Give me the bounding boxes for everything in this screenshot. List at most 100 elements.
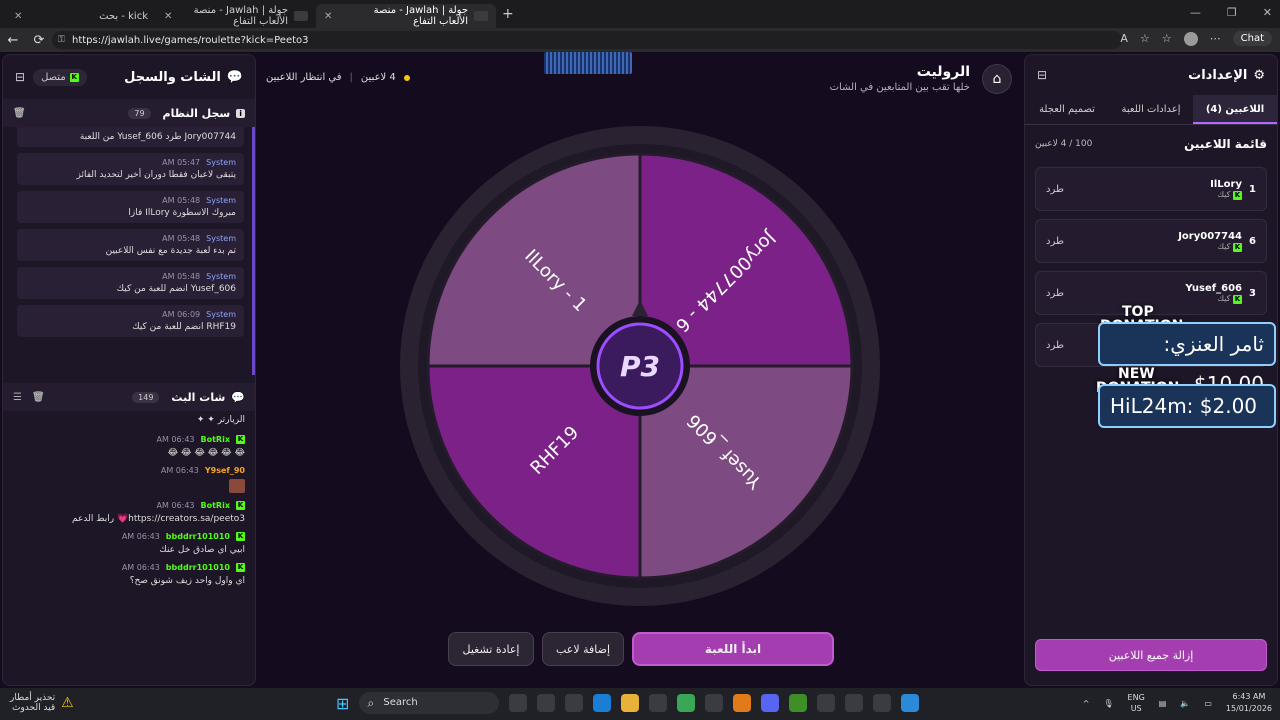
file-explorer-icon[interactable] — [621, 694, 640, 712]
chrome-icon[interactable] — [677, 694, 696, 712]
chat-username[interactable]: Y9sef_90 — [205, 466, 245, 475]
favorites-icon[interactable]: ☆ — [1162, 32, 1172, 45]
task-view-icon[interactable] — [509, 694, 528, 712]
photos-icon[interactable] — [901, 694, 920, 712]
system-log-count: 79 — [128, 107, 151, 119]
start-menu-icon[interactable]: ⊞ — [336, 694, 349, 713]
roulette-wheel[interactable]: Jory007744 - 6 Yusef _606 RHF19 IlLory - 1 … — [398, 124, 882, 608]
list-item: System 05:47 AM يتبقى لاعبان فقطا دوران أ… — [17, 153, 244, 185]
chat-icon: 💬 — [226, 69, 243, 85]
reload-icon[interactable]: ⟳ — [26, 33, 52, 48]
kick-player-button[interactable]: طرد — [1046, 340, 1082, 351]
browser-tab[interactable]: kick - بحث ✕ — [6, 4, 156, 28]
kick-player-button[interactable]: طرد — [1046, 288, 1082, 299]
page-title: الروليت — [916, 64, 970, 80]
wheel-svg: Jory007744 - 6Yusef _606RHF19IlLory - 1 … — [400, 126, 880, 606]
mail-icon[interactable] — [705, 694, 724, 712]
log-time: 05:48 AM — [162, 272, 201, 281]
browser-tab[interactable]: جولة | Jawlah - منصة الألعاب التفاع ✕ — [156, 4, 316, 28]
new-tab-button[interactable]: + — [502, 6, 514, 22]
game-header: 4 لاعبين | في انتظار اللاعبين الروليت خل… — [258, 52, 1020, 104]
player-row: 1 IlLory K كيك طرد — [1035, 167, 1267, 211]
remove-all-players-button[interactable]: إزالة جميع اللاعبين — [1035, 639, 1267, 671]
player-source: كيك — [1217, 241, 1231, 251]
copilot-icon[interactable] — [537, 694, 556, 712]
copilot-chat-button[interactable]: Chat — [1232, 31, 1272, 46]
chat-panel-title-text: الشات والسجل — [124, 69, 221, 85]
player-number: 1 — [1249, 183, 1256, 195]
clock[interactable]: 6:43 AM 15/01/2026 — [1226, 691, 1272, 715]
vlc-icon[interactable] — [733, 694, 752, 712]
log-sender: System — [206, 196, 236, 205]
close-window-icon[interactable]: ✕ — [1263, 6, 1272, 19]
chat-username[interactable]: bbddrr101010 — [166, 563, 230, 572]
browser-tab-active[interactable]: جولة | Jawlah - منصة الألعاب التفاع ✕ — [316, 4, 496, 28]
back-icon[interactable]: ← — [0, 33, 26, 48]
chat-message: Y9sef_90 06:43 AM — [13, 466, 245, 493]
add-player-button[interactable]: إضافة لاعب — [542, 632, 624, 666]
player-list-title: قائمة اللاعبين — [1184, 137, 1267, 151]
game-title-block: الروليت خلها تقب بين المتابعين في الشات — [830, 64, 970, 93]
language-indicator[interactable]: ENG US — [1128, 692, 1145, 714]
discord-icon[interactable] — [761, 694, 780, 712]
start-game-button[interactable]: ابدأ اللعبة — [632, 632, 834, 666]
tab-wheel-design[interactable]: تصميم العجلة — [1025, 95, 1109, 124]
tab-players[interactable]: اللاعبين (4) — [1193, 95, 1277, 124]
weather-widget[interactable]: ⚠ تحذير أمطار قيد الحدوث — [10, 693, 74, 713]
home-button[interactable]: ⌂ — [982, 64, 1012, 94]
minimize-icon[interactable]: — — [1190, 6, 1201, 19]
maximize-icon[interactable]: ❐ — [1227, 6, 1237, 19]
chat-username[interactable]: bbddrr101010 — [166, 532, 230, 541]
browser-tab-bar: kick - بحث ✕ جولة | Jawlah - منصة الألعا… — [0, 0, 1280, 28]
player-name: Yusef_606 — [1185, 282, 1242, 294]
store-icon[interactable] — [649, 694, 668, 712]
taskbar-search[interactable]: Search — [359, 692, 500, 714]
tray-chevron-icon[interactable]: ^ — [1083, 699, 1090, 708]
restart-button[interactable]: إعادة تشغيل — [448, 632, 534, 666]
chat-username[interactable]: BotRix — [201, 435, 230, 444]
clear-chat-trash-icon[interactable]: 🗑 — [32, 392, 45, 403]
read-aloud-icon[interactable]: A — [1120, 32, 1128, 45]
microphone-icon[interactable]: 🎙 — [1103, 699, 1113, 708]
log-time: 05:48 AM — [162, 234, 201, 243]
minecraft-icon[interactable] — [789, 694, 808, 712]
filter-icon[interactable]: ☰ — [13, 392, 22, 403]
tab-game-settings[interactable]: إعدادات اللعبة — [1109, 95, 1193, 124]
clear-log-trash-icon[interactable]: 🗑 — [13, 108, 26, 119]
kick-icon: K — [69, 72, 79, 82]
settings-app-icon[interactable] — [565, 694, 584, 712]
chat-panel-title: 💬 الشات والسجل — [124, 70, 243, 85]
language-code: ENG — [1127, 693, 1145, 702]
favorite-star-icon[interactable]: ☆ — [1140, 32, 1150, 45]
chat-username[interactable]: BotRix — [201, 501, 230, 510]
battery-icon[interactable]: ▭ — [1204, 699, 1212, 708]
app-window-icon[interactable] — [873, 694, 892, 712]
chat-log-panel: 💬 الشات والسجل K متصل ⊟ i سجل النظام 79 … — [2, 54, 256, 686]
more-menu-icon[interactable]: ⋯ — [1210, 32, 1221, 45]
url-field[interactable]: ⚿ https://jawlah.live/games/roulette?kic… — [52, 31, 1122, 49]
edge-icon[interactable] — [593, 694, 612, 712]
kick-player-button[interactable]: طرد — [1046, 236, 1082, 247]
close-tab-icon[interactable]: ✕ — [14, 11, 26, 22]
kick-icon: K — [236, 435, 245, 444]
capcut-icon[interactable] — [817, 694, 836, 712]
collapse-panel-icon[interactable]: ⊟ — [15, 70, 25, 84]
stream-chat-list[interactable]: الريارتر ✦ ✦ K BotRix 06:43 AM 😂 😂 😂 😂 😂 😂… — [3, 411, 255, 681]
system-log-list[interactable]: Jory007744 طرد Yusef_606 من اللعبة Syste… — [3, 127, 255, 375]
volume-icon[interactable]: 🔈 — [1180, 699, 1190, 708]
close-tab-icon[interactable]: ✕ — [164, 11, 176, 22]
player-list-count: 100 / 4 لاعبين — [1035, 139, 1093, 149]
recorder-icon[interactable] — [845, 694, 864, 712]
site-info-icon[interactable]: ⚿ — [58, 35, 65, 45]
connection-status-badge: K متصل — [33, 68, 87, 86]
close-tab-icon[interactable]: ✕ — [324, 11, 336, 22]
player-row: 6 Jory007744 K كيك طرد — [1035, 219, 1267, 263]
collapse-settings-icon[interactable]: ⊟ — [1037, 68, 1047, 82]
game-status: 4 لاعبين | في انتظار اللاعبين — [266, 72, 410, 83]
profile-avatar[interactable] — [1183, 31, 1198, 46]
settings-tabs: اللاعبين (4) إعدادات اللعبة تصميم العجلة — [1025, 95, 1277, 125]
network-icon[interactable]: ▤ — [1159, 699, 1167, 708]
kick-player-button[interactable]: طرد — [1046, 184, 1082, 195]
log-sender: System — [206, 310, 236, 319]
kick-icon: K — [236, 501, 245, 510]
